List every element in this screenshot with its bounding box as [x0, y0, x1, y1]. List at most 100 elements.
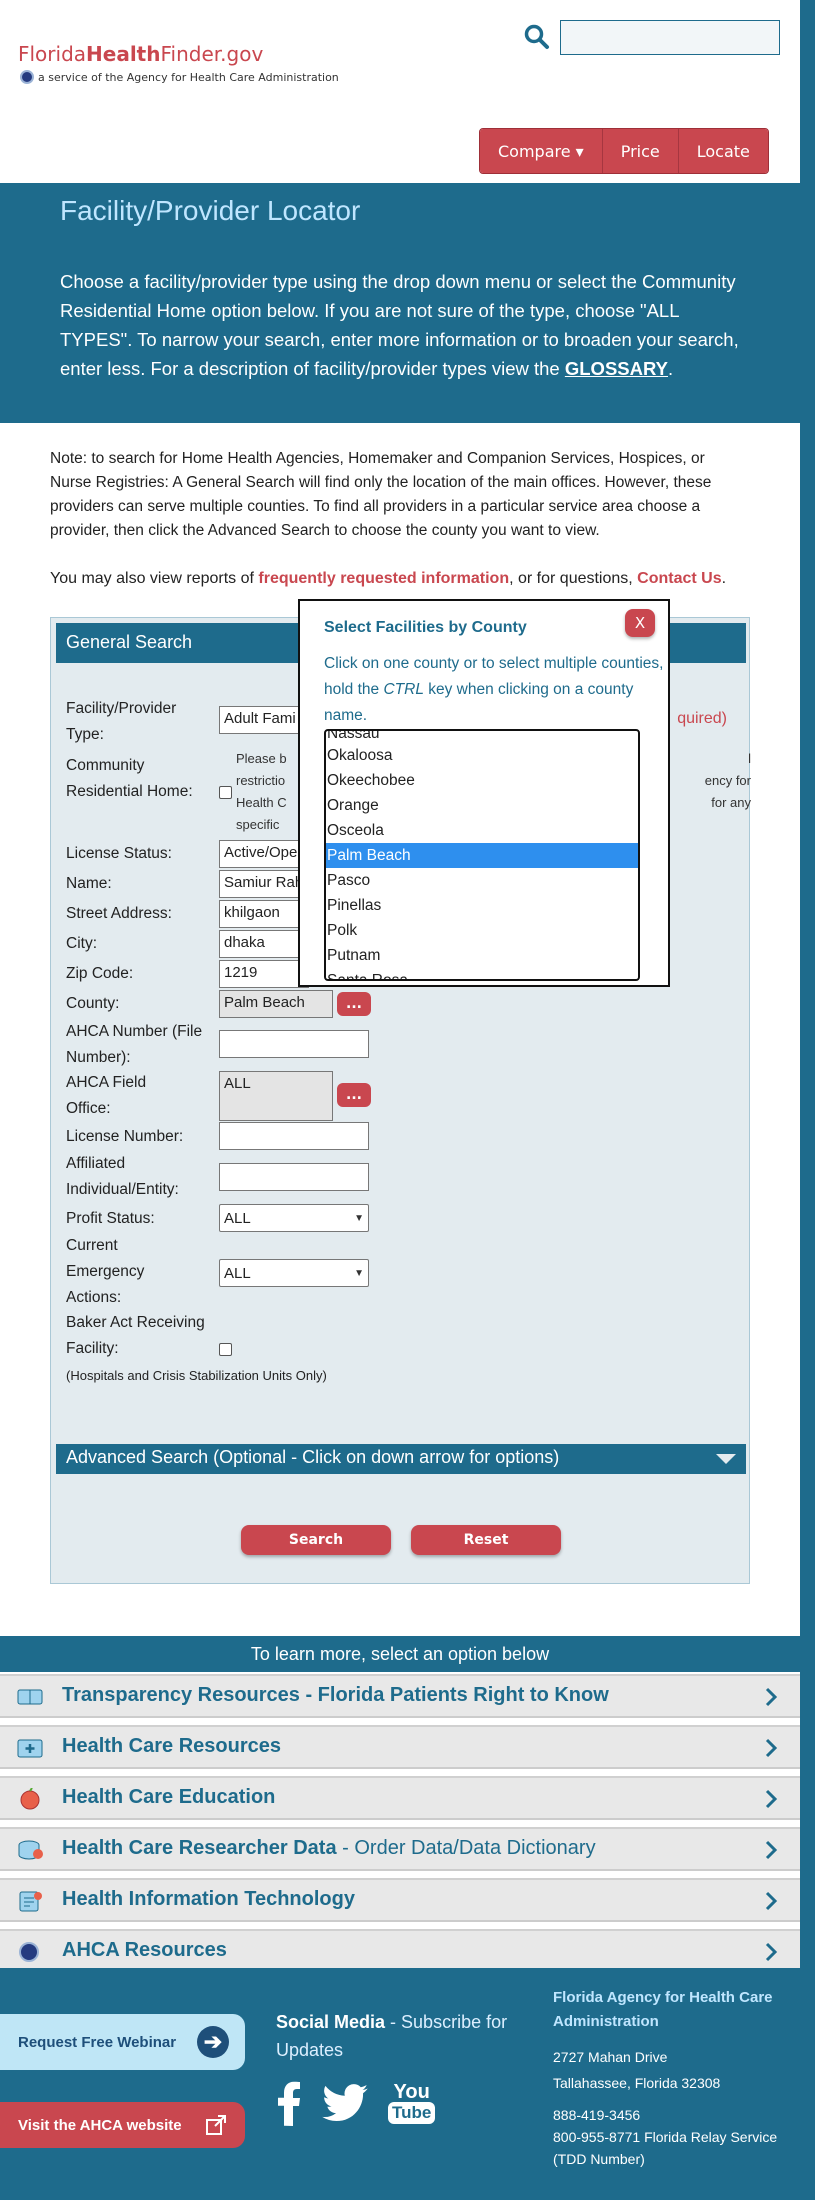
- label-street: Street Address:: [66, 905, 172, 922]
- chevron-right-icon: [765, 1840, 778, 1860]
- community-note-left: Please b restrictio Health C specific: [236, 751, 287, 832]
- chevron-right-icon: [765, 1738, 778, 1758]
- profit-status-select[interactable]: ALL ▼: [219, 1204, 369, 1232]
- site-logo[interactable]: FloridaHealthFinder.gov: [18, 42, 263, 66]
- hero-description: Choose a facility/provider type using th…: [60, 271, 739, 379]
- facility-type-select[interactable]: Adult Fami: [219, 706, 309, 734]
- youtube-icon[interactable]: You Tube: [388, 2082, 436, 2124]
- label-county: County:: [66, 995, 120, 1012]
- label-city: City:: [66, 935, 97, 952]
- resource-label: Transparency Resources - Florida Patient…: [62, 1684, 609, 1706]
- affiliated-input[interactable]: [219, 1163, 369, 1191]
- glossary-link[interactable]: GLOSSARY: [565, 358, 668, 379]
- resource-ahca[interactable]: AHCA Resources: [0, 1929, 800, 1973]
- county-field[interactable]: Palm Beach: [219, 990, 333, 1018]
- label-zip: Zip Code:: [66, 965, 134, 982]
- resource-hit[interactable]: Health Information Technology: [0, 1878, 800, 1922]
- database-icon: [18, 1840, 43, 1860]
- field-office-picker-button[interactable]: ...: [337, 1083, 371, 1107]
- apple-icon: [20, 1788, 40, 1810]
- visit-ahca-button[interactable]: Visit the AHCA website: [0, 2102, 245, 2148]
- county-option[interactable]: Osceola: [326, 818, 638, 843]
- label-baker-act: Baker Act Receiving Facility:: [66, 1314, 205, 1357]
- nav-compare[interactable]: Compare ▾: [480, 129, 603, 173]
- chevron-right-icon: [765, 1942, 778, 1962]
- site-footer: Request Free Webinar ➔ Visit the AHCA we…: [0, 1968, 800, 2200]
- down-arrow-icon[interactable]: [716, 1454, 736, 1464]
- medical-folder-icon: [17, 1739, 43, 1758]
- baker-act-checkbox[interactable]: [219, 1343, 232, 1356]
- license-number-input[interactable]: [219, 1122, 369, 1150]
- resource-label: AHCA Resources: [62, 1939, 227, 1961]
- county-option[interactable]: Okeechobee: [326, 768, 638, 793]
- search-note: Note: to search for Home Health Agencies…: [50, 450, 712, 539]
- reset-button[interactable]: Reset: [411, 1525, 561, 1555]
- label-ahca-number: AHCA Number (File Number):: [66, 1023, 203, 1066]
- phone-number[interactable]: 800-955-8771 Florida Relay Service (TDD …: [553, 2126, 793, 2170]
- phone-number[interactable]: 888-419-3456: [553, 2104, 793, 2126]
- license-status-select[interactable]: Active/Ope: [219, 840, 309, 868]
- request-webinar-button[interactable]: Request Free Webinar ➔: [0, 2014, 245, 2070]
- resource-researcher-data[interactable]: Health Care Researcher Data - Order Data…: [0, 1827, 800, 1871]
- city-input[interactable]: dhaka: [219, 930, 309, 958]
- contact-info: Florida Agency for Health Care Administr…: [553, 1986, 793, 2170]
- resource-label: Health Care Education: [62, 1786, 276, 1808]
- org-name: Florida Agency for Health Care Administr…: [553, 1989, 773, 2030]
- street-input[interactable]: khilgaon: [219, 900, 309, 928]
- county-option[interactable]: Pinellas: [326, 893, 638, 918]
- frequent-info-link[interactable]: frequently requested information: [258, 570, 509, 587]
- resource-education[interactable]: Health Care Education: [0, 1776, 800, 1820]
- arrow-right-icon: ➔: [197, 2026, 229, 2058]
- label-facility-type: Facility/Provider Type:: [66, 700, 177, 743]
- county-select-modal: Select Facilities by County X Click on o…: [298, 599, 670, 987]
- nav-price[interactable]: Price: [602, 129, 679, 173]
- hero-banner: Facility/Provider Locator Choose a facil…: [0, 183, 800, 423]
- contact-us-link[interactable]: Contact Us: [637, 570, 721, 587]
- emergency-actions-select[interactable]: ALL ▼: [219, 1259, 369, 1287]
- search-icon[interactable]: [524, 24, 550, 50]
- facebook-icon[interactable]: [276, 2080, 302, 2126]
- learn-more-heading: To learn more, select an option below: [0, 1636, 800, 1672]
- close-button[interactable]: X: [625, 609, 655, 637]
- main-nav: Compare ▾ Price Locate: [479, 128, 769, 174]
- county-option-selected[interactable]: Palm Beach: [326, 843, 638, 868]
- advanced-search-toggle[interactable]: Advanced Search (Optional - Click on dow…: [56, 1444, 746, 1474]
- field-office-field[interactable]: ALL: [219, 1071, 333, 1121]
- page-title: Facility/Provider Locator: [60, 195, 361, 226]
- county-option[interactable]: Orange: [326, 793, 638, 818]
- resource-health-care[interactable]: Health Care Resources: [0, 1725, 800, 1769]
- community-home-checkbox[interactable]: [219, 786, 232, 799]
- county-option[interactable]: Okaloosa: [326, 743, 638, 768]
- external-link-icon: [206, 2115, 226, 2135]
- county-picker-button[interactable]: ...: [337, 992, 371, 1016]
- search-button[interactable]: Search: [241, 1525, 391, 1555]
- label-license-status: License Status:: [66, 845, 172, 862]
- county-option[interactable]: Santa Rosa: [326, 968, 638, 979]
- label-community-home: Community Residential Home:: [66, 757, 193, 800]
- ahca-number-input[interactable]: [219, 1030, 369, 1058]
- social-icons: You Tube: [276, 2080, 436, 2126]
- address-line: 2727 Mahan Drive: [553, 2049, 668, 2065]
- label-name: Name:: [66, 875, 112, 892]
- chevron-right-icon: [765, 1687, 778, 1707]
- chevron-right-icon: [765, 1891, 778, 1911]
- resource-label: Health Information Technology: [62, 1888, 355, 1910]
- clipboard-icon: [19, 1891, 42, 1912]
- name-input[interactable]: Samiur Rah: [219, 870, 309, 898]
- label-license-number: License Number:: [66, 1128, 184, 1145]
- nav-locate[interactable]: Locate: [678, 129, 768, 173]
- county-listbox[interactable]: Nassau Okaloosa Okeechobee Orange Osceol…: [324, 729, 640, 981]
- county-option[interactable]: Pasco: [326, 868, 638, 893]
- chevron-down-icon: ▼: [354, 1267, 364, 1279]
- site-search-input[interactable]: [560, 20, 780, 55]
- county-option[interactable]: Putnam: [326, 943, 638, 968]
- resource-transparency[interactable]: Transparency Resources - Florida Patient…: [0, 1674, 800, 1718]
- address-line: Tallahassee, Florida 32308: [553, 2075, 721, 2091]
- page-scrollbar[interactable]: [800, 0, 815, 2200]
- twitter-icon[interactable]: [322, 2084, 368, 2122]
- zip-input[interactable]: 1219: [219, 960, 309, 988]
- label-profit-status: Profit Status:: [66, 1210, 155, 1227]
- baker-act-note: (Hospitals and Crisis Stabilization Unit…: [66, 1368, 327, 1383]
- ahca-seal-icon: [20, 70, 34, 84]
- county-option[interactable]: Polk: [326, 918, 638, 943]
